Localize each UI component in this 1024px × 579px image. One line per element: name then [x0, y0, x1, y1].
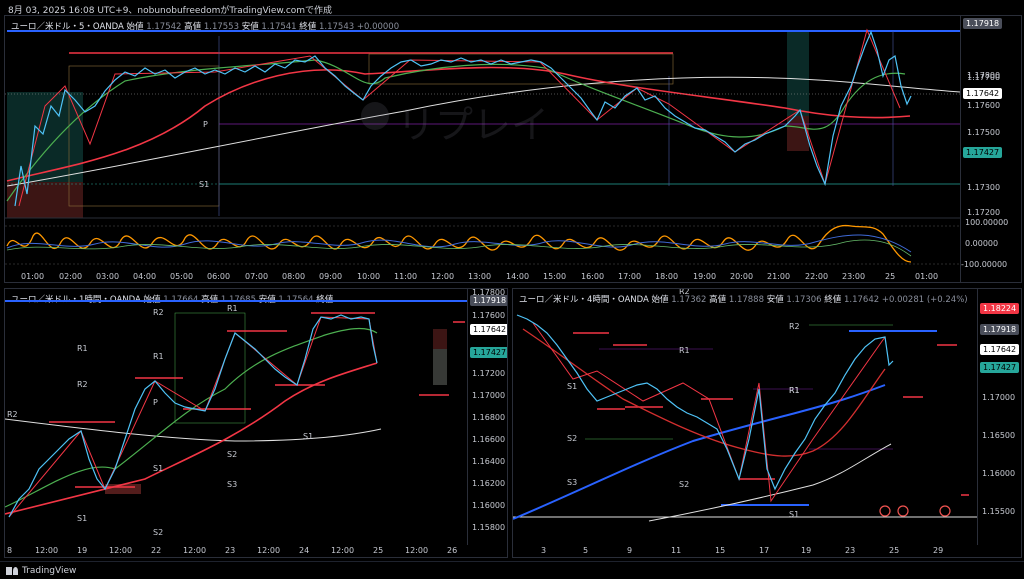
right-ma-red: [522, 328, 886, 457]
svg-text:S1: S1: [153, 464, 163, 473]
left-price-tag-last: 1.17642: [470, 324, 507, 335]
right-chart-panel[interactable]: ユーロ／米ドル・4時間・OANDA 始値 1.17362 高値 1.17888 …: [512, 288, 1022, 558]
right-price-tag-red: 1.18224: [980, 303, 1020, 314]
left-price-candles: [8, 314, 378, 518]
top-price-axis[interactable]: 1.17800 1.17700 1.17600 1.17500 1.17300 …: [960, 16, 1021, 282]
svg-text:S1: S1: [567, 382, 577, 391]
top-price-plot[interactable]: P S1: [5, 16, 960, 283]
left-price-plot[interactable]: R2 R1 R2 R1 P S1 S2 S3 S1 S2 R1 R2 S1: [5, 289, 467, 558]
right-price-tag-last: 1.17642: [980, 344, 1020, 355]
tradingview-footer: TradingView: [0, 561, 1024, 579]
svg-text:R2: R2: [153, 308, 164, 317]
left-price-tag-ask: 1.17427: [470, 347, 507, 358]
top-chart-panel[interactable]: ユーロ／米ドル・5・OANDA 始値 1.17542 高値 1.17553 安値…: [4, 15, 1022, 283]
price-tag-last: 1.17642: [963, 88, 1003, 99]
svg-text:S1: S1: [77, 514, 87, 523]
left-zigzag: [8, 316, 378, 518]
top-time-axis[interactable]: 01:00 02:00 03:00 04:00 05:00 06:00 07:0…: [5, 271, 960, 282]
svg-text:S2: S2: [679, 480, 689, 489]
chart-created-caption: 8月 03, 2025 16:08 UTC+9、nobunobufreedomが…: [8, 6, 333, 16]
left-chart-panel[interactable]: ユーロ／米ドル・1時間・OANDA 始値 1.17664 高値 1.17685 …: [4, 288, 508, 558]
pivot-label-s1: S1: [199, 180, 209, 189]
svg-text:R1: R1: [227, 304, 238, 313]
svg-text:S2: S2: [227, 450, 237, 459]
svg-text:R1: R1: [789, 386, 800, 395]
oscillator-orange: [6, 224, 912, 263]
replay-watermark: リプレイ: [397, 103, 550, 147]
left-price-axis[interactable]: 1.17800 1.17600 1.17200 1.17000 1.16800 …: [467, 289, 507, 545]
svg-text:R2: R2: [77, 380, 88, 389]
session-box-red: [7, 182, 83, 218]
session-box-green-right: [787, 31, 809, 116]
pivot-label-p: P: [203, 120, 208, 129]
svg-text:R2: R2: [789, 322, 800, 331]
svg-text:R2: R2: [7, 410, 18, 419]
right-price-tag-ask: 1.17427: [980, 362, 1020, 373]
svg-text:R1: R1: [77, 344, 88, 353]
price-tag-high: 1.17918: [963, 18, 1003, 29]
svg-text:S3: S3: [567, 478, 577, 487]
tradingview-brand: TradingView: [22, 565, 77, 576]
svg-text:S3: S3: [227, 480, 237, 489]
svg-text:S2: S2: [567, 434, 577, 443]
svg-text:S1: S1: [303, 432, 313, 441]
svg-text:R2: R2: [679, 289, 690, 296]
left-price-tag-high: 1.17918: [470, 295, 507, 306]
oscillator-blue: [6, 234, 912, 253]
svg-text:P: P: [153, 398, 158, 407]
price-tag-ask: 1.17427: [963, 147, 1003, 158]
right-time-axis[interactable]: 3 5 9 11 15 17 19 23 25 29: [513, 545, 977, 557]
right-ma-blue: [513, 384, 886, 520]
right-zigzag: [532, 322, 886, 503]
svg-text:S1: S1: [789, 510, 799, 519]
svg-text:R1: R1: [679, 346, 690, 355]
right-price-axis[interactable]: 1.17000 1.16500 1.16000 1.15500 1.18224 …: [977, 289, 1021, 545]
right-price-tag-high: 1.17918: [980, 324, 1020, 335]
left-time-axis[interactable]: 8 12:00 19 12:00 22 12:00 23 12:00 24 12…: [5, 545, 467, 557]
right-price-plot[interactable]: R2 R1 R1 R2 S1 S2 S3 S2 S1 R1: [513, 289, 977, 558]
svg-text:S2: S2: [153, 528, 163, 537]
left-ma-green: [5, 327, 378, 508]
svg-text:R1: R1: [153, 352, 164, 361]
tradingview-logo-icon: [6, 566, 18, 575]
